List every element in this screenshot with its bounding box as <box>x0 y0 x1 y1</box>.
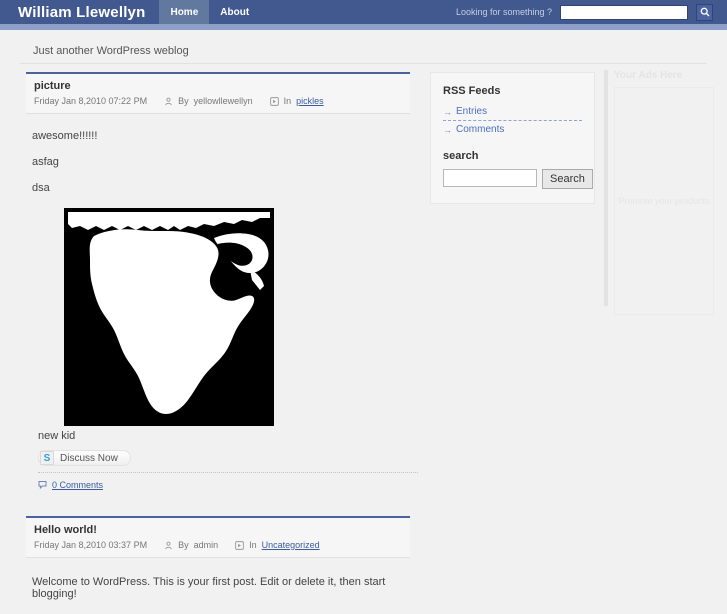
arrow-right-icon: → <box>443 106 452 117</box>
sidebar-search-button[interactable]: Search <box>542 169 593 189</box>
discuss-now-label: Discuss Now <box>60 452 118 464</box>
rss-comments-row[interactable]: → Comments <box>443 123 582 136</box>
post-comments-row: 0 Comments <box>38 480 404 490</box>
author-icon <box>165 541 172 549</box>
nav-item-about[interactable]: About <box>209 0 260 24</box>
rss-comments-link[interactable]: Comments <box>456 124 504 135</box>
ads-column: Your Ads Here Promote your products <box>614 70 718 315</box>
category-icon <box>269 96 279 106</box>
header-search: Looking for something ? <box>456 0 713 24</box>
post-author: yellowllewellyn <box>193 96 253 106</box>
nav-item-home[interactable]: Home <box>159 0 210 24</box>
site-header: William Llewellyn Home About Looking for… <box>0 0 727 24</box>
ads-placeholder-text: Promote your products <box>618 196 710 206</box>
post-header: picture Friday Jan 8,2010 07:22 PM By ye… <box>26 72 410 114</box>
author-icon <box>165 97 172 105</box>
search-heading: search <box>443 150 479 162</box>
post-paragraph: asfag <box>32 156 59 168</box>
sidebar: RSS Feeds → Entries → Comments search Se… <box>430 72 595 204</box>
post-paragraph: Welcome to WordPress. This is your first… <box>32 576 386 600</box>
post-header: Hello world! Friday Jan 8,2010 03:37 PM … <box>26 516 410 558</box>
post-author: admin <box>193 540 219 550</box>
rss-feeds-heading: RSS Feeds <box>443 85 501 97</box>
rss-entries-link[interactable]: Entries <box>456 106 487 117</box>
post-after-image-text: new kid <box>38 430 76 442</box>
arrow-right-icon: → <box>443 124 452 135</box>
category-icon <box>235 540 244 550</box>
post-title: picture <box>34 80 71 92</box>
main-nav: Home About <box>159 0 260 24</box>
site-tagline: Just another WordPress weblog <box>33 44 189 57</box>
sidebar-search-input[interactable] <box>443 169 537 187</box>
post-category-link[interactable]: pickles <box>296 96 324 106</box>
sidebar-dashed-divider <box>443 120 582 121</box>
post-picture: picture Friday Jan 8,2010 07:22 PM By ye… <box>26 72 418 490</box>
post-paragraph: awesome!!!!!! <box>32 130 98 142</box>
magnifier-icon <box>700 7 709 17</box>
ads-placeholder-box[interactable]: Promote your products <box>614 87 714 315</box>
comment-bubble-icon <box>38 481 47 490</box>
header-search-label: Looking for something ? <box>455 7 552 17</box>
ads-title: Your Ads Here <box>614 70 683 81</box>
post-by-label: By <box>178 540 189 550</box>
site-title: William Llewellyn <box>18 3 146 21</box>
post-by-label: By <box>178 96 189 106</box>
post-body: awesome!!!!!! asfag dsa new kid S Discus… <box>26 114 418 490</box>
rss-entries-row[interactable]: → Entries <box>443 105 582 118</box>
post-meta: Friday Jan 8,2010 03:37 PM By admin In U… <box>34 540 402 550</box>
header-search-button[interactable] <box>696 3 713 21</box>
post-date: Friday Jan 8,2010 03:37 PM <box>34 540 148 550</box>
post-in-label: In <box>283 96 292 106</box>
post-paragraph: dsa <box>32 182 50 194</box>
post-meta: Friday Jan 8,2010 07:22 PM By yellowllew… <box>34 96 402 106</box>
post-in-label: In <box>249 540 257 550</box>
post-body: Welcome to WordPress. This is your first… <box>26 558 410 600</box>
africa-map-image <box>64 208 274 426</box>
header-accent-strip <box>0 24 727 30</box>
sidebar-search-form: Search <box>443 169 593 189</box>
post-comments-link[interactable]: 0 Comments <box>52 480 103 490</box>
discuss-service-icon: S <box>40 451 54 465</box>
post-category-link[interactable]: Uncategorized <box>262 540 320 550</box>
content-column: picture Friday Jan 8,2010 07:22 PM By ye… <box>26 72 418 614</box>
discuss-now-button[interactable]: S Discuss Now <box>38 450 131 466</box>
tagline-bar: Just another WordPress weblog <box>20 38 707 64</box>
post-hello-world: Hello world! Friday Jan 8,2010 03:37 PM … <box>26 516 410 600</box>
post-date: Friday Jan 8,2010 07:22 PM <box>34 96 148 106</box>
post-divider <box>38 472 418 473</box>
post-title: Hello world! <box>34 524 97 536</box>
header-search-input[interactable] <box>560 4 688 20</box>
vertical-divider <box>604 70 608 306</box>
